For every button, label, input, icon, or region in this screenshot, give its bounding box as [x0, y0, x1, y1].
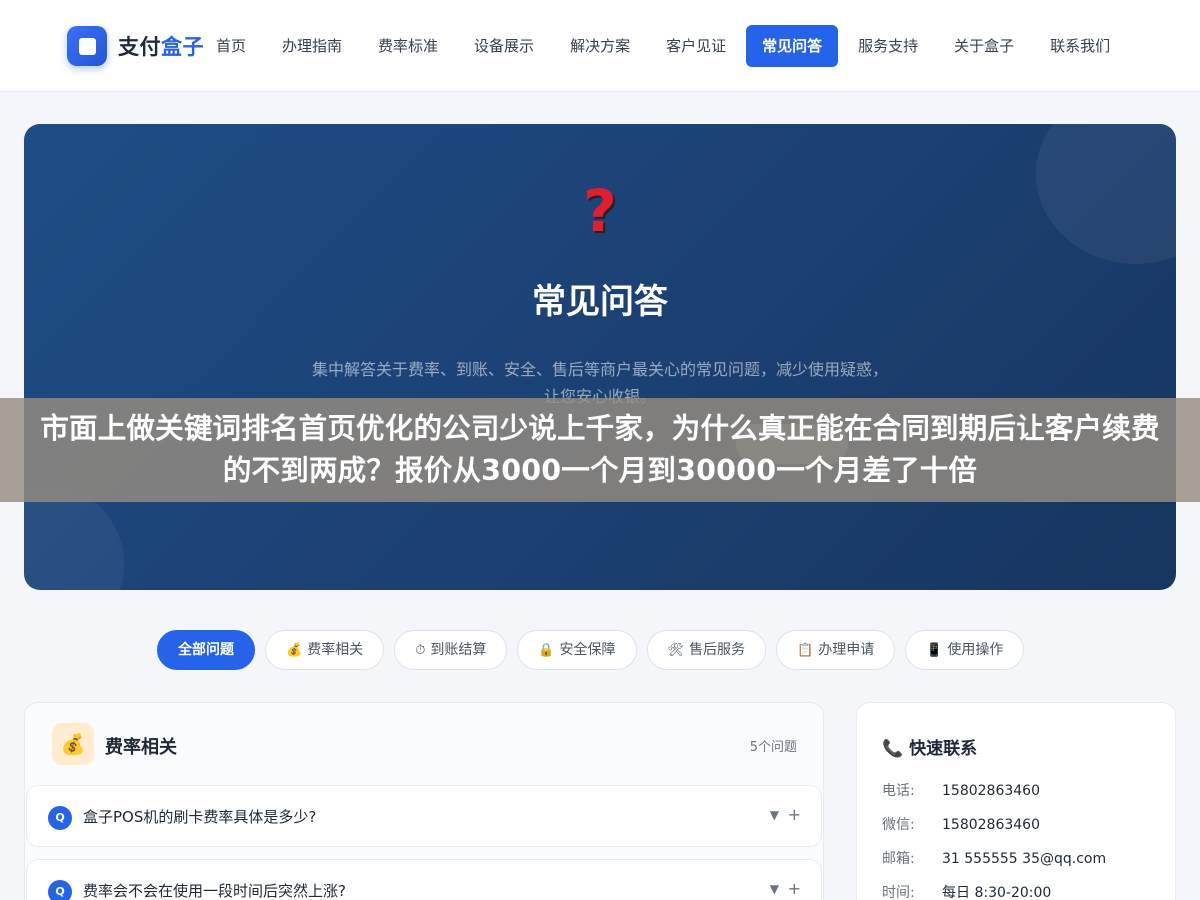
contact-label: 邮箱: [882, 851, 915, 867]
expand-plus-icon[interactable]: + [788, 879, 801, 898]
contact-row-wechat: 微信: 15802863460 [882, 814, 1040, 834]
filter-label: 到账结算 [430, 642, 487, 658]
phone-icon: 📞 [882, 739, 904, 759]
chevron-down-icon: ▼ [769, 808, 779, 822]
contact-row-email: 邮箱: 31 555555 35@qq.com [882, 848, 1106, 868]
chevron-down-icon: ▼ [769, 882, 779, 896]
nav-item-support[interactable]: 服务支持 [842, 25, 934, 67]
clipboard-icon: 📋 [797, 643, 814, 658]
nav-item-contact[interactable]: 联系我们 [1034, 25, 1126, 67]
filter-label: 费率相关 [307, 642, 364, 658]
nav-item-rates[interactable]: 费率标准 [362, 25, 454, 67]
tools-icon: 🛠 [667, 643, 685, 658]
filter-label: 全部问题 [178, 642, 234, 658]
contact-title-text: 快速联系 [909, 739, 978, 759]
faq-section-header: 💰 费率相关 5个问题 [25, 703, 823, 785]
mobile-phone-icon: 📱 [926, 643, 943, 658]
nav-item-guide[interactable]: 办理指南 [266, 25, 358, 67]
page-title: 常见问答 [532, 282, 668, 322]
logo-text-main: 支付 [118, 35, 161, 59]
logo-text-accent: 盒子 [161, 35, 204, 59]
nav-item-devices[interactable]: 设备展示 [458, 25, 550, 67]
filter-label: 办理申请 [818, 642, 875, 658]
contact-value: 每日 8:30-20:00 [942, 885, 1052, 900]
contact-title: 📞 快速联系 [882, 734, 977, 759]
filter-security[interactable]: 🔒 安全保障 [517, 630, 637, 670]
contact-row-phone: 电话: 15802863460 [882, 780, 1040, 800]
contact-label: 时间: [882, 885, 915, 900]
contact-value[interactable]: 15802863460 [942, 783, 1040, 799]
lock-icon: 🔒 [538, 643, 555, 658]
money-bag-icon: 💰 [286, 643, 303, 658]
filter-label: 使用操作 [947, 642, 1004, 658]
nav-item-testimonials[interactable]: 客户见证 [650, 25, 742, 67]
filter-label: 售后服务 [689, 642, 746, 658]
filter-label: 安全保障 [559, 642, 616, 658]
faq-question-item[interactable]: Q 费率会不会在使用一段时间后突然上涨? ▼ + [26, 859, 822, 900]
nav-item-faq[interactable]: 常见问答 [746, 25, 839, 67]
filter-usage[interactable]: 📱 使用操作 [905, 630, 1025, 670]
faq-section-title: 费率相关 [105, 737, 177, 758]
contact-value[interactable]: 15802863460 [942, 817, 1040, 833]
quick-contact-card: 📞 快速联系 电话: 15802863460 微信: 15802863460 邮箱: 3… [856, 702, 1176, 900]
filter-after-sales[interactable]: 🛠 售后服务 [646, 630, 767, 670]
expand-plus-icon[interactable]: + [788, 805, 801, 824]
money-bag-icon: 💰 [52, 723, 94, 765]
contact-label: 电话: [882, 783, 915, 799]
nav-item-solutions[interactable]: 解决方案 [554, 25, 646, 67]
question-badge: Q [48, 806, 72, 830]
overlay-caption-text: 市面上做关键词排名首页优化的公司少说上千家，为什么真正能在合同到期后让客户续费的… [40, 412, 1160, 487]
faq-section-rates: 💰 费率相关 5个问题 Q 盒子POS机的刷卡费率具体是多少? ▼ + Q 费率… [24, 702, 824, 900]
question-mark-icon: ? [583, 177, 617, 245]
contact-label: 微信: [882, 817, 915, 833]
question-text: 盒子POS机的刷卡费率具体是多少? [83, 808, 317, 826]
faq-question-count: 5个问题 [749, 740, 797, 755]
question-badge: Q [48, 880, 72, 900]
logo-text: 支付盒子 [118, 31, 204, 61]
filter-all[interactable]: 全部问题 [157, 630, 255, 670]
logo[interactable]: 支付盒子 [67, 26, 204, 66]
filter-application[interactable]: 📋 办理申请 [776, 630, 896, 670]
contact-value[interactable]: 31 555555 35@qq.com [942, 851, 1106, 867]
stopwatch-icon: ⏱ [415, 643, 426, 658]
question-text: 费率会不会在使用一段时间后突然上涨? [83, 882, 346, 900]
filter-settlement[interactable]: ⏱ 到账结算 [394, 630, 508, 670]
site-header: 支付盒子 首页 办理指南 费率标准 设备展示 解决方案 客户见证 常见问答 服务… [0, 0, 1200, 92]
nav-item-home[interactable]: 首页 [200, 25, 262, 67]
faq-question-item[interactable]: Q 盒子POS机的刷卡费率具体是多少? ▼ + [26, 785, 822, 847]
contact-row-hours: 时间: 每日 8:30-20:00 [882, 882, 1051, 900]
hero-banner: ? 常见问答 集中解答关于费率、到账、安全、售后等商户最关心的常见问题，减少使用… [24, 124, 1176, 590]
nav-item-about[interactable]: 关于盒子 [938, 25, 1030, 67]
overlay-caption: 市面上做关键词排名首页优化的公司少说上千家，为什么真正能在合同到期后让客户续费的… [0, 398, 1200, 502]
filter-rates[interactable]: 💰 费率相关 [265, 630, 385, 670]
category-filters: 全部问题 💰 费率相关 ⏱ 到账结算 🔒 安全保障 🛠 售后服务 📋 办理申请 📱 使用操作 [157, 630, 1034, 670]
main-nav: 首页 办理指南 费率标准 设备展示 解决方案 客户见证 常见问答 服务支持 关于… [200, 25, 1130, 67]
logo-mark-icon [67, 26, 107, 66]
